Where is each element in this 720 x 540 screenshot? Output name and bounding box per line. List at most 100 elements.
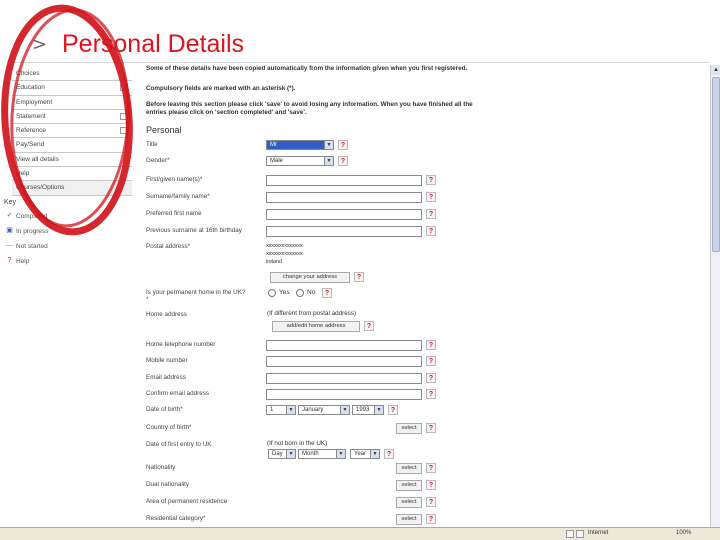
add-home-address-button[interactable]: add/edit home address: [272, 321, 360, 332]
preferred-name-field[interactable]: [266, 209, 422, 220]
help-button[interactable]: ?: [426, 389, 436, 399]
required-asterisk: *: [146, 296, 149, 303]
first-entry-month-select[interactable]: Month ▼: [298, 449, 346, 459]
email-label: Email address: [146, 374, 186, 381]
nav-item-reference[interactable]: Reference: [12, 124, 132, 139]
first-entry-label: Date of first entry to UK: [146, 441, 212, 448]
help-button[interactable]: ?: [388, 405, 398, 415]
chevron-down-icon: ▼: [336, 450, 345, 458]
nav-item-label: View all details: [16, 155, 59, 163]
help-button[interactable]: ?: [426, 340, 436, 350]
nav-item-label: Pay/Send: [16, 141, 45, 149]
email-field[interactable]: [266, 373, 422, 384]
key-item-completed: ✓ Completed: [4, 211, 132, 226]
dob-day-select[interactable]: 1 ▼: [266, 405, 296, 415]
nationality-select-button[interactable]: select: [396, 463, 422, 474]
change-address-button[interactable]: change your address: [270, 272, 350, 283]
permanent-residence-select-button[interactable]: select: [396, 497, 422, 508]
first-entry-note: (If not born in the UK): [267, 440, 328, 447]
scrollbar-thumb[interactable]: [712, 77, 720, 252]
confirm-email-field[interactable]: [266, 389, 422, 400]
mobile-label: Mobile number: [146, 357, 188, 364]
globe-icon: [576, 530, 584, 538]
permanent-home-no-label: No: [307, 289, 316, 296]
title-select[interactable]: Mr ▼: [266, 140, 334, 150]
nav-item-help[interactable]: Help: [12, 167, 132, 182]
residential-category-label: Residential category*: [146, 515, 206, 522]
nav-item-education[interactable]: Education: [12, 81, 132, 96]
zoom-level[interactable]: 100%: [676, 530, 691, 536]
nav-item-choices[interactable]: Choices: [12, 67, 132, 82]
chevron-down-icon: ▼: [286, 450, 295, 458]
first-names-row: First/given name(s)* ?: [146, 174, 706, 188]
help-button[interactable]: ?: [354, 272, 364, 282]
help-button[interactable]: ?: [426, 209, 436, 219]
help-button[interactable]: ?: [426, 226, 436, 236]
key-heading: Key: [4, 199, 17, 206]
nav-item-statement[interactable]: Statement: [12, 110, 132, 125]
previous-surname-field[interactable]: [266, 226, 422, 237]
surname-row: Surname/family name* ?: [146, 191, 706, 205]
dual-nationality-row: Dual nationality select ?: [146, 479, 706, 493]
help-button[interactable]: ?: [426, 463, 436, 473]
key-item-label: Not started: [16, 243, 48, 250]
nav-item-label: Courses/Options: [16, 184, 65, 192]
country-birth-select-button[interactable]: select: [396, 423, 422, 434]
postal-address-row: Postal address* xxxxxxxxxxxxxx xxxxxxxxx…: [146, 241, 706, 285]
browser-status-bar: Internet 100%: [0, 527, 720, 540]
nav-item-pay-send[interactable]: Pay/Send: [12, 138, 132, 153]
home-phone-field[interactable]: [266, 340, 422, 351]
residential-category-select-button[interactable]: select: [396, 514, 422, 525]
first-names-label: First/given name(s)*: [146, 176, 203, 183]
nav-item-employment[interactable]: Employment: [12, 96, 132, 110]
help-button[interactable]: ?: [384, 449, 394, 459]
permanent-home-yes-radio[interactable]: [268, 289, 276, 297]
help-button[interactable]: ?: [338, 140, 348, 150]
dual-nationality-label: Dual nationality: [146, 481, 190, 488]
address-line: xxxxxxxxxxxxxx: [266, 243, 303, 249]
help-button[interactable]: ?: [426, 480, 436, 490]
help-button[interactable]: ?: [338, 156, 348, 166]
help-button[interactable]: ?: [426, 497, 436, 507]
gender-select-value: Male: [270, 158, 284, 164]
dob-month-select[interactable]: January ▼: [298, 405, 350, 415]
help-button[interactable]: ?: [426, 356, 436, 366]
gender-select[interactable]: Male ▼: [266, 156, 334, 166]
intro-copied-note: Some of these details have been copied a…: [146, 65, 468, 72]
first-names-field[interactable]: [266, 175, 422, 186]
dual-nationality-select-button[interactable]: select: [396, 480, 422, 491]
help-button[interactable]: ?: [426, 175, 436, 185]
nav-item-view-all-details[interactable]: View all details: [12, 153, 132, 168]
first-entry-day-select[interactable]: Day ▼: [268, 449, 296, 459]
scroll-up-icon[interactable]: ▲: [711, 65, 720, 75]
help-button[interactable]: ?: [426, 423, 436, 433]
permanent-home-no-radio[interactable]: [296, 289, 304, 297]
email-row: Email address ?: [146, 372, 706, 386]
country-birth-label: Country of birth*: [146, 424, 192, 431]
help-button[interactable]: ?: [426, 192, 436, 202]
lock-icon: [566, 530, 574, 538]
help-button[interactable]: ?: [426, 373, 436, 383]
vertical-scrollbar[interactable]: ▲: [710, 65, 720, 527]
dob-year-select[interactable]: 1993 ▼: [352, 405, 384, 415]
first-entry-row: Date of first entry to UK (If not born i…: [146, 439, 706, 461]
permanent-residence-label: Area of permanent residence: [146, 498, 228, 505]
address-line: xxxxxxxxxxxxxx: [266, 251, 303, 257]
chevron-down-icon: ▼: [340, 406, 349, 414]
slide-title-bar: > Personal Details: [0, 26, 720, 66]
confirm-email-label: Confirm email address: [146, 390, 209, 397]
nav-item-label: Reference: [16, 127, 46, 135]
help-button[interactable]: ?: [426, 514, 436, 524]
intro-compulsory-note: Compulsory fields are marked with an ast…: [146, 85, 296, 92]
help-button[interactable]: ?: [364, 321, 374, 331]
key-item-in-progress: ▣ In progress: [4, 226, 132, 241]
chevron-down-icon: ▼: [286, 406, 295, 414]
help-button[interactable]: ?: [322, 288, 332, 298]
nav-item-label: Employment: [16, 98, 53, 106]
first-entry-day-value: Day: [272, 451, 283, 457]
mobile-field[interactable]: [266, 356, 422, 367]
nav-item-courses-options[interactable]: Courses/Options: [12, 181, 132, 196]
first-entry-year-select[interactable]: Year ▼: [350, 449, 380, 459]
surname-field[interactable]: [266, 192, 422, 203]
chevron-down-icon: ▼: [324, 157, 333, 165]
